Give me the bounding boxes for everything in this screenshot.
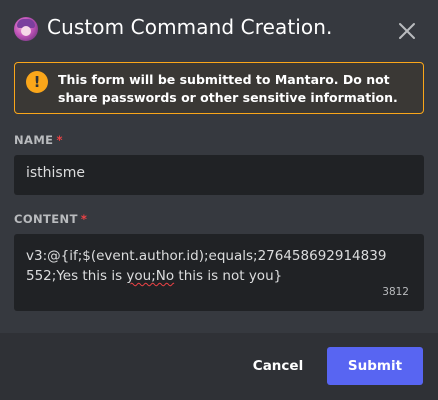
character-counter: 3812 bbox=[382, 286, 409, 298]
bot-avatar bbox=[14, 17, 38, 41]
close-icon[interactable] bbox=[394, 18, 420, 44]
content-line-2: 552;Yes this is you;No this is not you} bbox=[26, 266, 412, 286]
required-marker: * bbox=[56, 133, 63, 147]
misspelled-word: you;No bbox=[126, 268, 175, 284]
modal-header: Custom Command Creation. bbox=[0, 0, 438, 60]
warning-bot-name: Mantaro bbox=[274, 72, 334, 87]
content-label-text: CONTENT bbox=[14, 212, 78, 226]
modal-footer: Cancel Submit bbox=[0, 333, 438, 400]
warning-prefix: This form will be submitted to bbox=[58, 72, 275, 87]
name-label-text: NAME bbox=[14, 133, 54, 147]
submit-button[interactable]: Submit bbox=[327, 347, 423, 385]
warning-banner: ! This form will be submitted to Mantaro… bbox=[14, 62, 424, 114]
content-line-2-post: this is not you} bbox=[174, 268, 283, 284]
content-textarea[interactable]: v3:@{if;$(event.author.id);equals;276458… bbox=[14, 234, 424, 311]
custom-command-modal: Custom Command Creation. ! This form wil… bbox=[0, 0, 438, 400]
name-label: NAME * bbox=[14, 133, 63, 147]
close-icon-glyph bbox=[399, 23, 415, 39]
cancel-button[interactable]: Cancel bbox=[246, 347, 310, 385]
content-label: CONTENT * bbox=[14, 212, 87, 226]
avatar-face bbox=[21, 26, 31, 36]
modal-title: Custom Command Creation. bbox=[47, 15, 333, 39]
exclamation-icon: ! bbox=[26, 71, 48, 93]
warning-text: This form will be submitted to Mantaro. … bbox=[58, 71, 413, 107]
name-input[interactable]: isthisme bbox=[14, 155, 424, 195]
content-line-2-pre: 552;Yes this is bbox=[26, 268, 127, 284]
content-line-1: v3:@{if;$(event.author.id);equals;276458… bbox=[26, 248, 387, 264]
required-marker: * bbox=[80, 212, 88, 226]
